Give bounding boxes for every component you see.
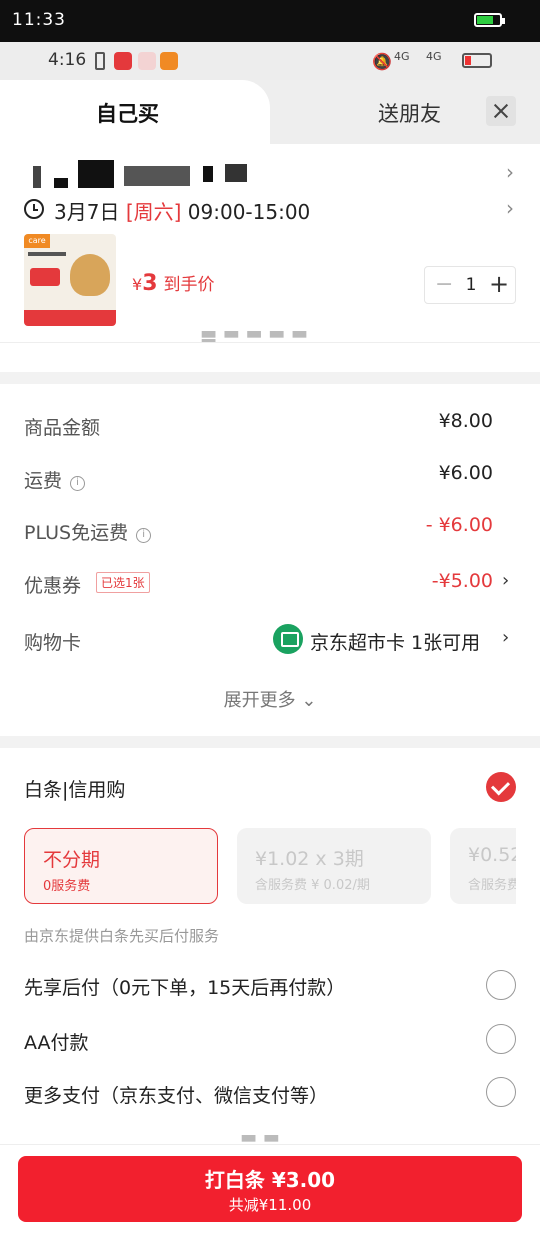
redaction (33, 166, 41, 188)
plus-discount-value: - ¥6.00 (425, 514, 493, 536)
shipping-label: 运费 i (24, 466, 86, 493)
increase-button[interactable]: + (489, 272, 509, 296)
battery-icon (474, 13, 505, 27)
app-icon-play (160, 52, 178, 70)
goods-amount-label: 商品金额 (24, 417, 101, 439)
info-icon[interactable]: i (136, 528, 152, 543)
truncated-text: ▬ ▬ (240, 1134, 320, 1144)
aa-payment-option[interactable]: AA付款 (24, 1028, 89, 1055)
chevron-right-icon: › (506, 196, 514, 220)
tab-self-label: 自己买 (96, 102, 159, 126)
chevron-down-icon: ⌄ (301, 690, 317, 711)
shipping-value: ¥6.00 (438, 462, 493, 484)
quantity-value: 1 (465, 275, 477, 295)
expand-more-button[interactable]: 展开更多 ⌄ (0, 686, 540, 712)
coupon-value: -¥5.00 (431, 570, 493, 592)
phone-battery-icon (462, 53, 492, 68)
quantity-stepper: − 1 + (424, 266, 516, 304)
baitiao-title: 白条|信用购 (24, 779, 126, 801)
pay-button-label: 打白条 ¥3.00 (204, 1168, 336, 1192)
pay-later-option[interactable]: 先享后付（0元下单，15天后再付款） (24, 973, 345, 1000)
plan-6-installments[interactable]: ¥0.52 含服务费 (450, 828, 516, 904)
phone-icon (95, 52, 105, 70)
signal-icon-1: 4G (394, 50, 410, 63)
product-image[interactable]: care (24, 234, 116, 326)
card-icon (273, 624, 303, 654)
check-icon[interactable] (486, 772, 516, 802)
product-price: ¥3 到手价 (132, 271, 215, 296)
gift-card-value: 京东超市卡 1张可用 (310, 632, 481, 654)
provider-note: 由京东提供白条先买后付服务 (24, 927, 220, 945)
aa-payment-radio[interactable] (486, 1024, 516, 1054)
signal-icon-2: 4G (426, 50, 442, 63)
app-icon-mascot (138, 52, 156, 70)
gift-card-label: 购物卡 (24, 632, 82, 654)
pay-later-radio[interactable] (486, 970, 516, 1000)
plus-free-shipping-label: PLUS免运费 i (24, 518, 152, 545)
plan-no-installment[interactable]: 不分期 0服务费 (24, 828, 218, 904)
goods-amount-value: ¥8.00 (438, 410, 493, 432)
more-payment-radio[interactable] (486, 1077, 516, 1107)
address-row[interactable]: › (0, 144, 540, 192)
redaction (124, 166, 190, 186)
total-saving: 共减¥11.00 (228, 1196, 312, 1214)
delivery-time: 3月7日 [周六] 09:00-15:00 (54, 200, 311, 224)
tab-self[interactable]: 自己买 (0, 80, 270, 144)
brand-tag: care (24, 234, 50, 248)
phone-time: 4:16 (48, 50, 87, 70)
app-icon-red (114, 52, 132, 70)
clock-icon (24, 199, 44, 219)
truncated-text: ▬ ▬ ▬ ▬ ▬ ▬ (200, 330, 308, 342)
redaction (203, 166, 213, 182)
info-icon[interactable]: i (70, 476, 86, 491)
chevron-right-icon: › (502, 627, 510, 648)
plan-3-installments[interactable]: ¥1.02 x 3期 含服务费 ¥ 0.02/期 (237, 828, 431, 904)
phone-status-bar: 4:16 🔕 4G 4G (0, 42, 540, 80)
chevron-right-icon: › (502, 570, 510, 591)
chevron-right-icon: › (506, 160, 514, 184)
system-status-bar: 11:33 (0, 0, 540, 42)
coupon-label: 优惠券 (24, 575, 82, 597)
installment-plans: 不分期 0服务费 ¥1.02 x 3期 含服务费 ¥ 0.02/期 ¥0.52 … (0, 820, 516, 912)
pay-button[interactable]: 打白条 ¥3.00 共减¥11.00 (18, 1156, 522, 1222)
redaction (225, 164, 247, 182)
close-icon[interactable] (486, 96, 516, 126)
redaction (78, 160, 114, 188)
tab-friend[interactable]: 送朋友 (378, 98, 441, 128)
coupon-badge: 已选1张 (96, 572, 150, 593)
decrease-button[interactable]: − (435, 274, 453, 296)
system-time: 11:33 (12, 10, 66, 30)
more-payment-option[interactable]: 更多支付（京东支付、微信支付等） (24, 1081, 328, 1108)
mute-icon: 🔕 (372, 52, 392, 71)
redaction (54, 178, 68, 188)
